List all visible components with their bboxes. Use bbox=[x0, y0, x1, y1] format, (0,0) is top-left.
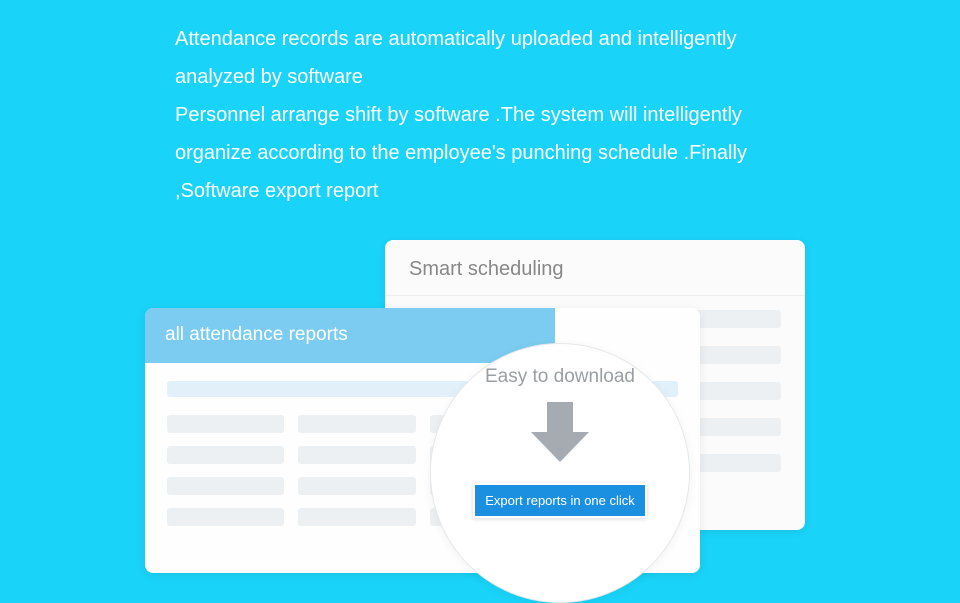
attendance-reports-title: all attendance reports bbox=[145, 308, 555, 363]
download-callout: Easy to download Export reports in one c… bbox=[430, 343, 690, 603]
placeholder-cell bbox=[167, 415, 284, 433]
download-callout-title: Easy to download bbox=[485, 366, 635, 388]
feature-description: Attendance records are automatically upl… bbox=[175, 20, 795, 210]
export-reports-button[interactable]: Export reports in one click bbox=[473, 483, 647, 518]
download-arrow-icon bbox=[525, 398, 595, 471]
placeholder-cell bbox=[167, 508, 284, 526]
placeholder-cell bbox=[298, 446, 415, 464]
description-line-2: Personnel arrange shift by software .The… bbox=[175, 96, 795, 210]
placeholder-cell bbox=[167, 446, 284, 464]
placeholder-cell bbox=[298, 508, 415, 526]
placeholder-cell bbox=[298, 415, 415, 433]
placeholder-cell bbox=[298, 477, 415, 495]
description-line-1: Attendance records are automatically upl… bbox=[175, 20, 795, 96]
placeholder-cell bbox=[167, 477, 284, 495]
smart-scheduling-title: Smart scheduling bbox=[385, 240, 805, 296]
